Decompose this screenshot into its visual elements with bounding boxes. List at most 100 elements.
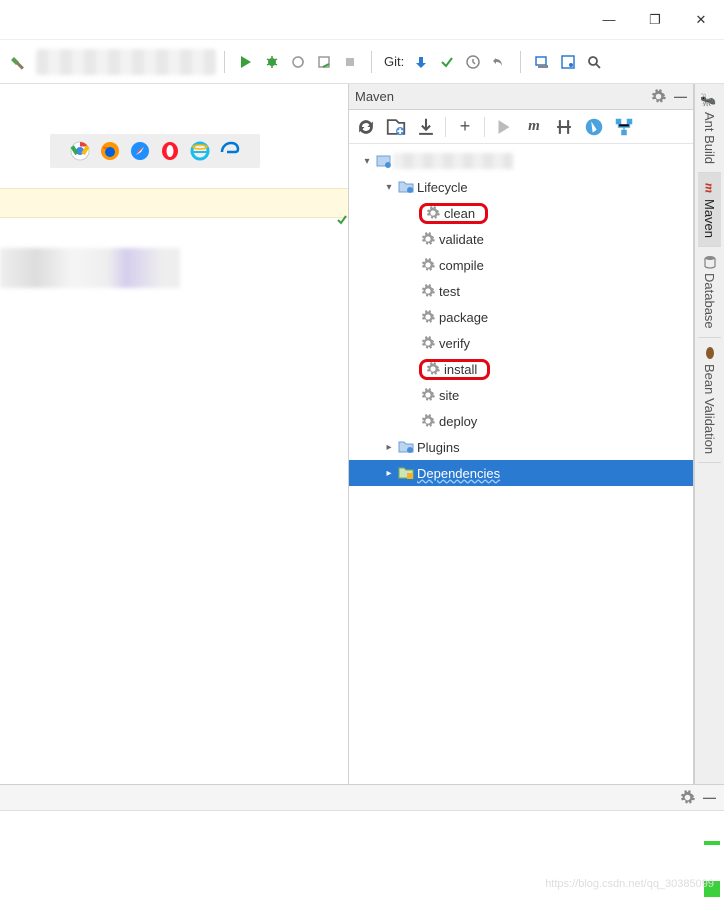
reimport-icon[interactable]: [355, 116, 377, 138]
gear-icon: [424, 362, 442, 376]
gutter-mark-icon: [704, 841, 720, 845]
gear-icon: [419, 232, 437, 246]
download-sources-icon[interactable]: [415, 116, 437, 138]
maven-panel-header: Maven —: [349, 84, 693, 110]
minimize-panel-button[interactable]: —: [674, 89, 687, 104]
tab-bean-label: Bean Validation: [702, 364, 717, 454]
window-controls: — ❐ ✕: [0, 0, 724, 40]
editor-highlight-strip: [0, 188, 348, 218]
lifecycle-label: Lifecycle: [417, 180, 468, 195]
gear-icon: [419, 310, 437, 324]
tab-database-label: Database: [702, 273, 717, 329]
goal-compile[interactable]: compile: [349, 252, 693, 278]
opera-icon[interactable]: [160, 141, 180, 161]
goal-label: install: [444, 362, 477, 377]
bottom-panel-header: —: [0, 785, 724, 811]
goal-clean[interactable]: clean: [349, 200, 693, 226]
gear-icon[interactable]: [651, 89, 666, 104]
toggle-offline-icon[interactable]: [553, 116, 575, 138]
chevron-down-icon[interactable]: ▾: [381, 182, 397, 193]
toggle-skip-tests-icon[interactable]: [583, 116, 605, 138]
folder-dependencies-icon: [397, 466, 415, 480]
bean-icon: [703, 346, 717, 360]
safari-icon[interactable]: [130, 141, 150, 161]
coverage-button[interactable]: [285, 49, 311, 75]
run-maven-icon[interactable]: [493, 116, 515, 138]
gear-icon: [419, 414, 437, 428]
tab-bean-validation[interactable]: Bean Validation: [698, 338, 721, 463]
goal-label: test: [439, 284, 460, 299]
goal-deploy[interactable]: deploy: [349, 408, 693, 434]
folder-lifecycle-icon: [397, 180, 415, 194]
goal-verify[interactable]: verify: [349, 330, 693, 356]
maven-module-icon: [375, 153, 393, 169]
gear-icon: [419, 284, 437, 298]
tab-ant-build[interactable]: 🐜 Ant Build: [698, 86, 721, 173]
build-icon[interactable]: [6, 49, 32, 75]
git-rollback-button[interactable]: [486, 49, 512, 75]
dependencies-node[interactable]: ▸ Dependencies: [349, 460, 693, 486]
run-button[interactable]: [233, 49, 259, 75]
goal-site[interactable]: site: [349, 382, 693, 408]
editor-content-blurred: [0, 248, 180, 288]
ant-icon: 🐜: [703, 94, 717, 108]
chevron-down-icon[interactable]: ▾: [359, 156, 375, 167]
database-icon: [703, 255, 717, 269]
debug-button[interactable]: [259, 49, 285, 75]
goal-label: package: [439, 310, 488, 325]
minimize-button[interactable]: —: [586, 4, 632, 36]
chevron-right-icon[interactable]: ▸: [381, 442, 397, 453]
git-history-button[interactable]: [460, 49, 486, 75]
goal-label: compile: [439, 258, 484, 273]
maven-panel-title: Maven: [355, 89, 651, 104]
plugins-label: Plugins: [417, 440, 460, 455]
generate-sources-icon[interactable]: [385, 116, 407, 138]
chevron-right-icon[interactable]: ▸: [381, 468, 397, 479]
chrome-icon[interactable]: [70, 141, 90, 161]
goal-package[interactable]: package: [349, 304, 693, 330]
git-update-button[interactable]: [408, 49, 434, 75]
lifecycle-node[interactable]: ▾ Lifecycle: [349, 174, 693, 200]
firefox-icon[interactable]: [100, 141, 120, 161]
profile-button[interactable]: [311, 49, 337, 75]
project-root-node[interactable]: ▾: [349, 148, 693, 174]
git-commit-button[interactable]: [434, 49, 460, 75]
tab-maven[interactable]: m Maven: [698, 173, 721, 247]
gear-icon: [419, 336, 437, 350]
browser-icons-bar: [50, 134, 260, 168]
goal-label: site: [439, 388, 459, 403]
edge-icon[interactable]: [220, 141, 240, 161]
maven-tree[interactable]: ▾ ▾ Lifecycle clean validate compile test pa…: [349, 144, 693, 784]
folder-plugins-icon: [397, 440, 415, 454]
close-button[interactable]: ✕: [678, 4, 724, 36]
right-tool-tabs: 🐜 Ant Build m Maven Database Bean Valida…: [694, 84, 724, 784]
plugins-node[interactable]: ▸ Plugins: [349, 434, 693, 460]
show-dependencies-icon[interactable]: [613, 116, 635, 138]
gear-icon: [419, 388, 437, 402]
minimize-panel-button[interactable]: —: [703, 790, 716, 805]
goal-validate[interactable]: validate: [349, 226, 693, 252]
search-everywhere-button[interactable]: [581, 49, 607, 75]
maven-panel: Maven — + m ▾ ▾: [349, 84, 694, 784]
main-area: Maven — + m ▾ ▾: [0, 84, 724, 784]
goal-label: deploy: [439, 414, 477, 429]
watermark-text: https://blog.csdn.net/qq_30385099: [545, 878, 714, 890]
goal-test[interactable]: test: [349, 278, 693, 304]
goal-label: clean: [444, 206, 475, 221]
main-toolbar: Git:: [0, 40, 724, 84]
inspection-pass-icon: [336, 214, 348, 226]
dependencies-label: Dependencies: [417, 466, 500, 481]
goal-install[interactable]: install: [349, 356, 693, 382]
execute-goal-icon[interactable]: m: [523, 116, 545, 138]
gear-icon[interactable]: [680, 790, 695, 805]
add-project-icon[interactable]: +: [454, 116, 476, 138]
tab-database[interactable]: Database: [698, 247, 721, 338]
project-structure-button[interactable]: [529, 49, 555, 75]
run-config-selector[interactable]: [36, 49, 216, 75]
goal-label: verify: [439, 336, 470, 351]
restore-button[interactable]: ❐: [632, 4, 678, 36]
gear-icon: [419, 258, 437, 272]
tab-maven-label: Maven: [702, 199, 717, 238]
ie-icon[interactable]: [190, 141, 210, 161]
ide-settings-button[interactable]: [555, 49, 581, 75]
